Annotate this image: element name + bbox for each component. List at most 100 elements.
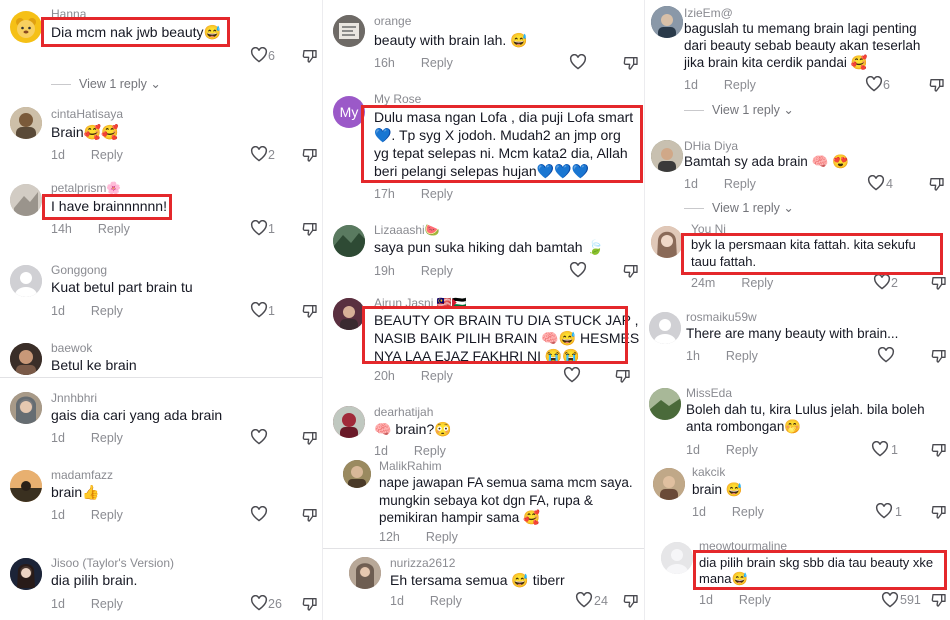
heart-icon[interactable] xyxy=(563,367,581,383)
user-avatar[interactable] xyxy=(349,557,381,589)
dislike-icon[interactable] xyxy=(931,275,947,291)
comment-username[interactable]: orange xyxy=(374,14,411,28)
dislike-icon[interactable] xyxy=(931,442,947,458)
comment-username[interactable]: MalikRahim xyxy=(379,459,442,473)
dislike-icon[interactable] xyxy=(302,596,318,612)
heart-icon[interactable] xyxy=(873,274,891,290)
reply-button[interactable]: Reply xyxy=(421,264,453,278)
comment-username[interactable]: madamfazz xyxy=(51,468,113,482)
heart-icon[interactable] xyxy=(881,592,899,608)
heart-icon[interactable] xyxy=(569,262,587,278)
comments-panel-1[interactable]: Hanna Dia mcm nak jwb beauty😅 6 View 1 r… xyxy=(0,0,322,620)
reply-button[interactable]: Reply xyxy=(741,276,773,290)
comment-username[interactable]: dearhatijah xyxy=(374,405,433,419)
heart-icon[interactable] xyxy=(250,506,268,522)
reply-button[interactable]: Reply xyxy=(421,187,453,201)
reply-button[interactable]: Reply xyxy=(98,222,130,236)
comments-panel-2[interactable]: orange beauty with brain lah. 😅 16h Reply… xyxy=(322,0,644,620)
user-avatar[interactable] xyxy=(649,312,681,344)
user-avatar[interactable] xyxy=(10,184,42,216)
reply-button[interactable]: Reply xyxy=(91,304,123,318)
heart-icon[interactable] xyxy=(250,220,268,236)
dislike-icon[interactable] xyxy=(615,368,631,384)
comment-username[interactable]: baewok xyxy=(51,341,92,355)
comment-username[interactable]: Lizaaashi🍉 xyxy=(374,223,440,237)
dislike-icon[interactable] xyxy=(302,303,318,319)
user-avatar[interactable] xyxy=(10,265,42,297)
comment-username[interactable]: Gonggong xyxy=(51,263,107,277)
comment-username[interactable]: cintaHatisaya xyxy=(51,107,123,121)
user-avatar[interactable] xyxy=(343,460,371,488)
comment-username[interactable]: kakcik xyxy=(692,465,725,479)
dislike-icon[interactable] xyxy=(623,263,639,279)
reply-button[interactable]: Reply xyxy=(426,530,458,544)
heart-icon[interactable] xyxy=(865,76,883,92)
reply-button[interactable]: Reply xyxy=(726,443,758,457)
heart-icon[interactable] xyxy=(250,429,268,445)
user-avatar[interactable] xyxy=(333,15,365,47)
view-replies-link[interactable]: View 1 reply ⌄ xyxy=(684,102,794,117)
dislike-icon[interactable] xyxy=(931,504,947,520)
dislike-icon[interactable] xyxy=(302,507,318,523)
user-avatar[interactable] xyxy=(651,226,683,258)
dislike-icon[interactable] xyxy=(929,176,945,192)
heart-icon[interactable] xyxy=(877,347,895,363)
user-avatar[interactable] xyxy=(333,406,365,438)
user-avatar[interactable] xyxy=(333,225,365,257)
comment-username[interactable]: MissEda xyxy=(686,386,732,400)
heart-icon[interactable] xyxy=(250,47,268,63)
user-avatar[interactable] xyxy=(10,107,42,139)
comment-username[interactable]: Jnnhbhri xyxy=(51,391,97,405)
dislike-icon[interactable] xyxy=(931,348,947,364)
reply-button[interactable]: Reply xyxy=(726,349,758,363)
user-avatar[interactable] xyxy=(10,558,42,590)
user-avatar[interactable] xyxy=(653,468,685,500)
reply-button[interactable]: Reply xyxy=(421,369,453,383)
reply-button[interactable]: Reply xyxy=(91,431,123,445)
view-replies-link[interactable]: View 1 reply ⌄ xyxy=(51,76,161,91)
heart-icon[interactable] xyxy=(250,302,268,318)
comment-username[interactable]: My Rose xyxy=(374,92,421,106)
dislike-icon[interactable] xyxy=(302,147,318,163)
comments-panel-3[interactable]: IzieEm@ baguslah tu memang brain lagi pe… xyxy=(644,0,950,620)
dislike-icon[interactable] xyxy=(302,430,318,446)
user-avatar[interactable] xyxy=(649,388,681,420)
user-avatar[interactable] xyxy=(333,298,365,330)
user-avatar[interactable] xyxy=(10,392,42,424)
reply-button[interactable]: Reply xyxy=(739,593,771,607)
user-avatar[interactable] xyxy=(651,140,683,172)
reply-button[interactable]: Reply xyxy=(91,597,123,611)
comment-username[interactable]: Jisoo (Taylor's Version) xyxy=(51,556,174,570)
reply-button[interactable]: Reply xyxy=(732,505,764,519)
heart-icon[interactable] xyxy=(875,503,893,519)
comment-username[interactable]: rosmaiku59w xyxy=(686,310,757,324)
heart-icon[interactable] xyxy=(867,175,885,191)
dislike-icon[interactable] xyxy=(623,55,639,71)
dislike-icon[interactable] xyxy=(302,221,318,237)
user-avatar[interactable] xyxy=(10,11,42,43)
dislike-icon[interactable] xyxy=(302,48,318,64)
reply-button[interactable]: Reply xyxy=(91,508,123,522)
dislike-icon[interactable] xyxy=(931,592,947,608)
dislike-icon[interactable] xyxy=(623,593,639,609)
heart-icon[interactable] xyxy=(250,146,268,162)
comment-username[interactable]: IzieEm@ xyxy=(684,6,733,20)
user-avatar[interactable] xyxy=(651,6,683,38)
reply-button[interactable]: Reply xyxy=(430,594,462,608)
comment-username[interactable]: petalprism🌸 xyxy=(51,181,121,195)
heart-icon[interactable] xyxy=(569,54,587,70)
reply-button[interactable]: Reply xyxy=(724,177,756,191)
dislike-icon[interactable] xyxy=(929,77,945,93)
heart-icon[interactable] xyxy=(250,595,268,611)
user-avatar[interactable] xyxy=(10,343,42,375)
reply-button[interactable]: Reply xyxy=(91,148,123,162)
user-avatar[interactable] xyxy=(10,470,42,502)
reply-button[interactable]: Reply xyxy=(724,78,756,92)
reply-button[interactable]: Reply xyxy=(421,56,453,70)
user-avatar[interactable] xyxy=(661,542,693,574)
comment-username[interactable]: nurizza2612 xyxy=(390,556,455,570)
heart-icon[interactable] xyxy=(575,592,593,608)
comment-username[interactable]: DHia Diya xyxy=(684,139,738,153)
heart-icon[interactable] xyxy=(871,441,889,457)
view-replies-link[interactable]: View 1 reply ⌄ xyxy=(684,200,794,215)
